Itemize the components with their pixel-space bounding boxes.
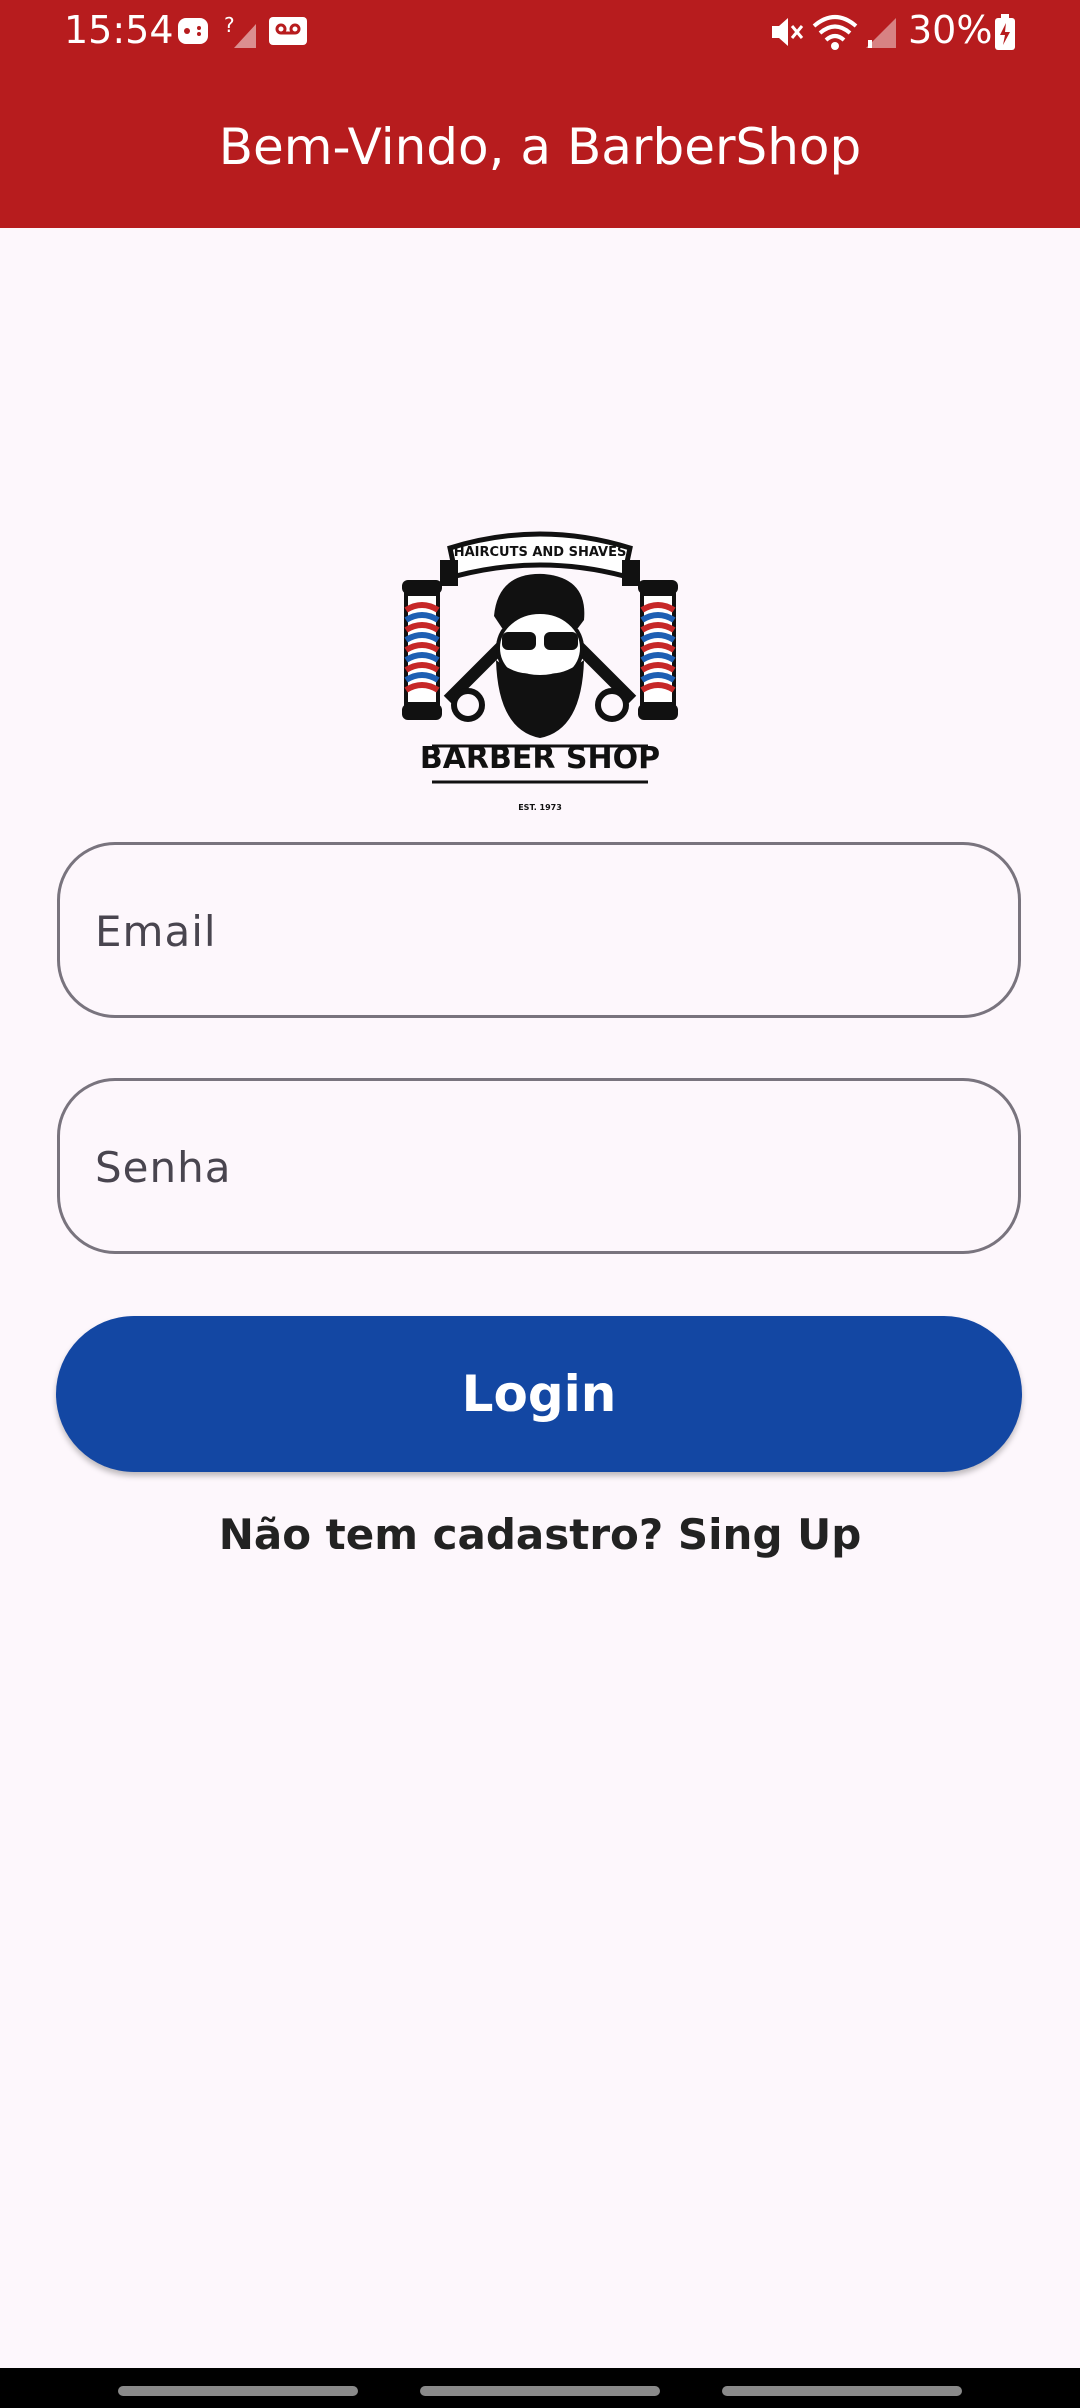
nav-home-handle[interactable] <box>420 2386 660 2396</box>
status-bar: 15:54 ? 30% <box>0 0 1080 70</box>
voicemail-icon <box>269 17 307 45</box>
nav-recents-handle[interactable] <box>118 2386 358 2396</box>
svg-text:?: ? <box>224 14 235 37</box>
app-bar: 15:54 ? 30% Bem-Vindo, a BarberShop <box>0 0 1080 228</box>
bearded-man-icon <box>494 573 585 738</box>
email-field[interactable] <box>57 842 1021 1018</box>
signup-link[interactable]: Não tem cadastro? Sing Up <box>0 1510 1080 1559</box>
password-field[interactable] <box>57 1078 1021 1254</box>
login-button[interactable]: Login <box>56 1316 1022 1472</box>
barber-pole-left <box>402 580 442 720</box>
barber-shop-logo: HAIRCUTS AND SHAVES BARBER SHOP EST. 197… <box>402 531 678 812</box>
status-time: 15:54 <box>64 8 174 52</box>
system-nav-bar <box>0 2368 1080 2408</box>
signal-no-sim-icon: ? <box>224 14 256 48</box>
cell-signal-icon <box>866 18 896 48</box>
mute-icon <box>772 18 804 46</box>
barber-pole-right <box>638 580 678 720</box>
logo-banner-text: HAIRCUTS AND SHAVES <box>454 545 627 560</box>
wifi-icon <box>812 15 858 50</box>
password-input[interactable] <box>93 1081 977 1253</box>
game-controller-icon <box>178 18 208 44</box>
nav-back-handle[interactable] <box>722 2386 962 2396</box>
email-input[interactable] <box>93 845 977 1017</box>
battery-percent: 30% <box>908 8 993 52</box>
logo-est-text: EST. 1973 <box>518 803 562 812</box>
page-title: Bem-Vindo, a BarberShop <box>218 118 862 176</box>
battery-charging-icon <box>995 14 1015 50</box>
